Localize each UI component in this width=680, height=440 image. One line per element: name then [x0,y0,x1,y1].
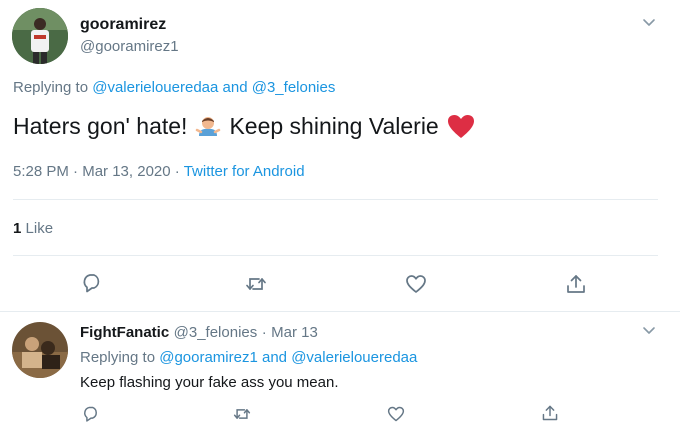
share-icon [567,275,585,293]
chevron-down-icon [643,327,655,334]
avatar[interactable] [12,8,68,64]
retweet-button[interactable] [233,405,251,423]
main-tweet: gooramirez @gooramirez1 Replying to @val… [0,0,680,310]
reply-and: and [222,79,248,96]
tweet-menu-button[interactable] [640,14,658,32]
likes-count: 1 [13,220,22,237]
tweet-source[interactable]: Twitter for Android [184,163,305,180]
reply-tweet[interactable]: FightFanatic @3_felonies · Mar 13 Replyi… [0,312,680,440]
meta-separator: · [73,163,79,180]
replying-to-line: Replying to @gooramirez1 and @valerielou… [80,349,417,366]
tweet-meta: 5:28 PM · Mar 13, 2020 · Twitter for And… [13,163,305,180]
tweet-date[interactable]: Mar 13 [271,324,318,341]
retweet-button[interactable] [245,273,267,295]
share-button[interactable] [565,273,587,295]
replying-prefix: Replying to [80,349,156,366]
like-button[interactable] [405,273,427,295]
author-name[interactable]: FightFanatic [80,324,169,341]
tweet-time[interactable]: 5:28 PM [13,163,69,180]
author-name[interactable]: gooramirez [80,16,166,34]
likes-label: Like [25,220,54,237]
divider [13,199,658,200]
reply-header: FightFanatic @3_felonies · Mar 13 [80,324,318,342]
comment-icon [84,406,97,422]
author-handle[interactable]: @gooramirez1 [80,38,179,55]
avatar[interactable] [12,322,68,378]
share-icon [542,405,558,421]
chevron-down-icon [643,19,655,26]
reply-user-link[interactable]: @valerieloueredaa [92,79,218,96]
replying-to-line: Replying to @valerieloueredaa and @3_fel… [13,79,335,96]
tweet-date[interactable]: Mar 13, 2020 [82,163,170,180]
red-heart-emoji [447,114,475,140]
meta-separator: · [261,324,267,341]
like-button[interactable] [387,405,405,423]
author-handle[interactable]: @3_felonies [174,324,258,341]
heart-icon [387,406,405,422]
heart-icon [406,275,426,293]
likes-stat[interactable]: 1 Like [13,220,53,237]
reply-and: and [262,349,288,366]
tweet-text-part: Haters gon' hate! [13,113,188,139]
reply-user-link[interactable]: @valerieloueredaa [291,349,417,366]
replying-prefix: Replying to [13,79,89,96]
reply-button[interactable] [81,272,103,294]
divider [13,255,658,256]
comment-icon [83,274,100,293]
person-shrugging-emoji [195,114,221,140]
reply-user-link[interactable]: @3_felonies [252,79,336,96]
meta-separator: · [174,163,180,180]
reply-button[interactable] [82,405,100,423]
tweet-text: Haters gon' hate! Keep shining Valerie [13,113,475,140]
retweet-icon [246,278,266,290]
tweet-menu-button[interactable] [640,322,658,340]
reply-user-link[interactable]: @gooramirez1 [159,349,258,366]
share-button[interactable] [541,404,559,422]
tweet-text: Keep flashing your fake ass you mean. [80,374,339,391]
tweet-text-part: Keep shining Valerie [229,113,439,139]
retweet-icon [233,409,251,419]
